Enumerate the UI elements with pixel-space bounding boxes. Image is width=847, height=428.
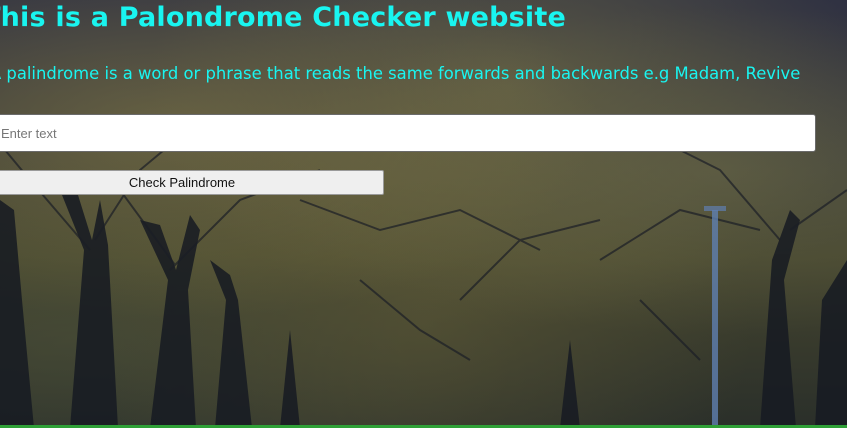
page-title: This is a Palondrome Checker website bbox=[0, 2, 566, 33]
palindrome-description: A palindrome is a word or phrase that re… bbox=[0, 64, 801, 83]
text-input[interactable] bbox=[0, 114, 816, 152]
check-palindrome-button[interactable]: Check Palindrome bbox=[0, 170, 384, 195]
